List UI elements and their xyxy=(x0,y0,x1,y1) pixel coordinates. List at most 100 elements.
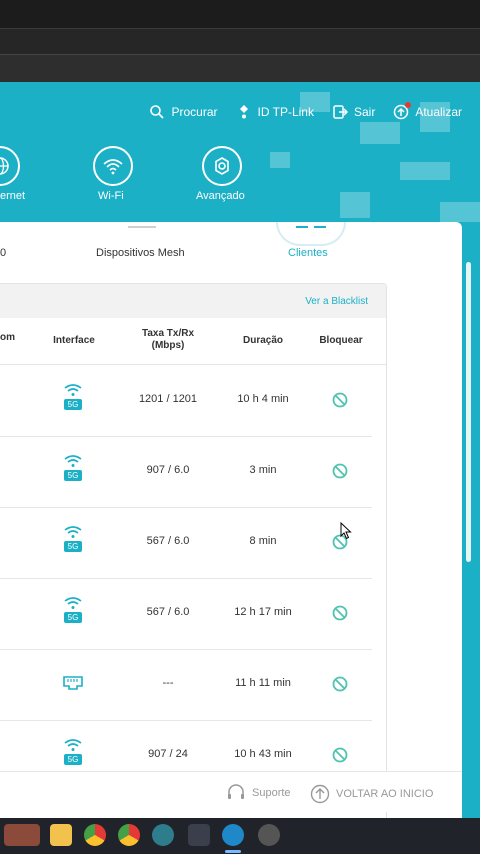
page-scroll-track[interactable] xyxy=(462,252,480,832)
ethernet-icon xyxy=(63,676,83,690)
media-app-icon[interactable] xyxy=(188,824,210,846)
support-label: Suporte xyxy=(252,787,291,799)
rate-cell: 907 / 24 xyxy=(148,748,188,760)
tab-mesh-devices[interactable]: Dispositivos Mesh xyxy=(96,247,185,259)
block-icon[interactable] xyxy=(332,605,348,621)
logout-link[interactable]: Sair xyxy=(332,104,375,120)
back-to-top-label: VOLTAR AO INICIO xyxy=(336,788,434,800)
update-link[interactable]: Atualizar xyxy=(393,102,462,120)
tplink-id-link[interactable]: ID TP-Link xyxy=(236,104,314,120)
col-header-partial: om xyxy=(0,332,15,343)
band-tag: 5G xyxy=(63,754,83,765)
gear-icon xyxy=(215,157,229,175)
table-row: 5G 567 / 6.0 12 h 17 min xyxy=(0,578,372,650)
view-blacklist-link[interactable]: Ver a Blacklist xyxy=(305,296,368,307)
tab-clients[interactable]: Clientes xyxy=(288,247,328,259)
update-label: Atualizar xyxy=(415,105,462,119)
band-tag: 5G xyxy=(63,541,83,552)
duration-cell: 12 h 17 min xyxy=(234,606,292,618)
arc-dash xyxy=(314,226,326,228)
nav-advanced-label: Avançado xyxy=(196,190,245,202)
nav-wifi-label: Wi-Fi xyxy=(98,190,124,202)
rate-cell: 1201 / 1201 xyxy=(138,393,198,405)
table-row: --- 11 h 11 min xyxy=(0,649,372,721)
arrow-up-circle-icon xyxy=(310,784,330,804)
rate-cell: 567 / 6.0 xyxy=(146,606,190,618)
wifi-icon xyxy=(64,526,82,538)
wifi-5g-icon: 5G xyxy=(60,525,86,552)
duration-cell: 10 h 4 min xyxy=(237,393,289,405)
wifi-icon xyxy=(64,739,82,751)
nav-internet-label: ernet xyxy=(0,190,26,202)
back-to-top-link[interactable]: VOLTAR AO INICIO xyxy=(310,784,433,804)
wifi-5g-icon: 5G xyxy=(60,596,86,623)
edge-beta-icon[interactable] xyxy=(152,824,174,846)
nav-wifi-button[interactable] xyxy=(93,146,133,186)
browser-titlebar xyxy=(0,0,480,28)
band-tag: 5G xyxy=(63,612,83,623)
wifi-icon xyxy=(64,597,82,609)
col-header-duration: Duração xyxy=(242,335,283,346)
header-links: Procurar ID TP-Link Sair Atualizar xyxy=(149,102,462,120)
col-header-interface: Interface xyxy=(53,335,95,346)
band-tag: 5G xyxy=(63,470,83,481)
rate-cell: --- xyxy=(162,677,174,689)
arc-dash xyxy=(296,226,308,228)
edge-icon[interactable] xyxy=(222,824,244,846)
block-icon[interactable] xyxy=(332,392,348,408)
tab-clients-arc xyxy=(276,222,346,246)
tplink-id-label: ID TP-Link xyxy=(257,105,314,119)
mouse-cursor-icon xyxy=(340,522,352,540)
table-header: om Interface Taxa Tx/Rx (Mbps) Duração B… xyxy=(0,318,386,365)
block-icon[interactable] xyxy=(332,676,348,692)
taskbar-app-icon[interactable] xyxy=(4,824,40,846)
chrome-beta-icon[interactable] xyxy=(118,824,140,846)
tab-partial[interactable]: 0 xyxy=(0,247,6,259)
app-icon[interactable] xyxy=(258,824,280,846)
support-link[interactable]: Suporte xyxy=(226,784,291,802)
rate-cell: 907 / 6.0 xyxy=(146,464,190,476)
wifi-5g-icon: 5G xyxy=(60,738,86,765)
logout-label: Sair xyxy=(353,105,376,119)
wifi-icon xyxy=(103,159,123,175)
os-taskbar xyxy=(0,818,480,854)
wifi-5g-icon: 5G xyxy=(60,454,86,481)
table-row: 5G 1201 / 1201 10 h 4 min xyxy=(0,365,372,437)
network-map-tabs: 0 Dispositivos Mesh Clientes xyxy=(0,222,462,282)
globe-icon xyxy=(0,157,9,175)
col-header-rate: Taxa Tx/Rx (Mbps) xyxy=(141,328,195,351)
account-pin-icon xyxy=(239,105,248,119)
table-row: 5G 567 / 6.0 8 min xyxy=(0,507,372,579)
search-label: Procurar xyxy=(171,105,218,119)
wifi-5g-icon: 5G xyxy=(60,383,86,410)
page-scrollbar-thumb[interactable] xyxy=(466,262,471,562)
duration-cell: 3 min xyxy=(249,464,277,476)
folder-icon[interactable] xyxy=(50,824,72,846)
active-indicator xyxy=(225,850,241,853)
duration-cell: 10 h 43 min xyxy=(234,748,292,760)
wifi-icon xyxy=(64,455,82,467)
table-row: 5G 907 / 6.0 3 min xyxy=(0,436,372,508)
search-link[interactable]: Procurar xyxy=(149,104,218,120)
browser-tabbar xyxy=(0,28,480,55)
table-toolbar: Ver a Blacklist xyxy=(0,284,386,318)
content-panel: 0 Dispositivos Mesh Clientes Ver a Black… xyxy=(0,222,462,834)
col-header-block: Bloquear xyxy=(319,335,363,346)
band-tag: 5G xyxy=(63,399,83,410)
search-icon xyxy=(150,105,165,119)
page-footer: Suporte VOLTAR AO INICIO xyxy=(0,771,462,812)
wifi-icon xyxy=(64,384,82,396)
block-icon[interactable] xyxy=(332,463,348,479)
browser-addressbar xyxy=(0,54,480,83)
duration-cell: 8 min xyxy=(249,535,277,547)
chrome-icon[interactable] xyxy=(84,824,106,846)
nav-advanced-button[interactable] xyxy=(202,146,242,186)
update-badge xyxy=(405,102,412,108)
headset-icon xyxy=(228,784,244,799)
duration-cell: 11 h 11 min xyxy=(235,677,291,689)
tab-mesh-indicator xyxy=(128,226,156,228)
rate-cell: 567 / 6.0 xyxy=(146,535,190,547)
clients-table: Ver a Blacklist om Interface Taxa Tx/Rx … xyxy=(0,283,387,834)
logout-icon xyxy=(333,105,348,119)
block-icon[interactable] xyxy=(332,747,348,763)
